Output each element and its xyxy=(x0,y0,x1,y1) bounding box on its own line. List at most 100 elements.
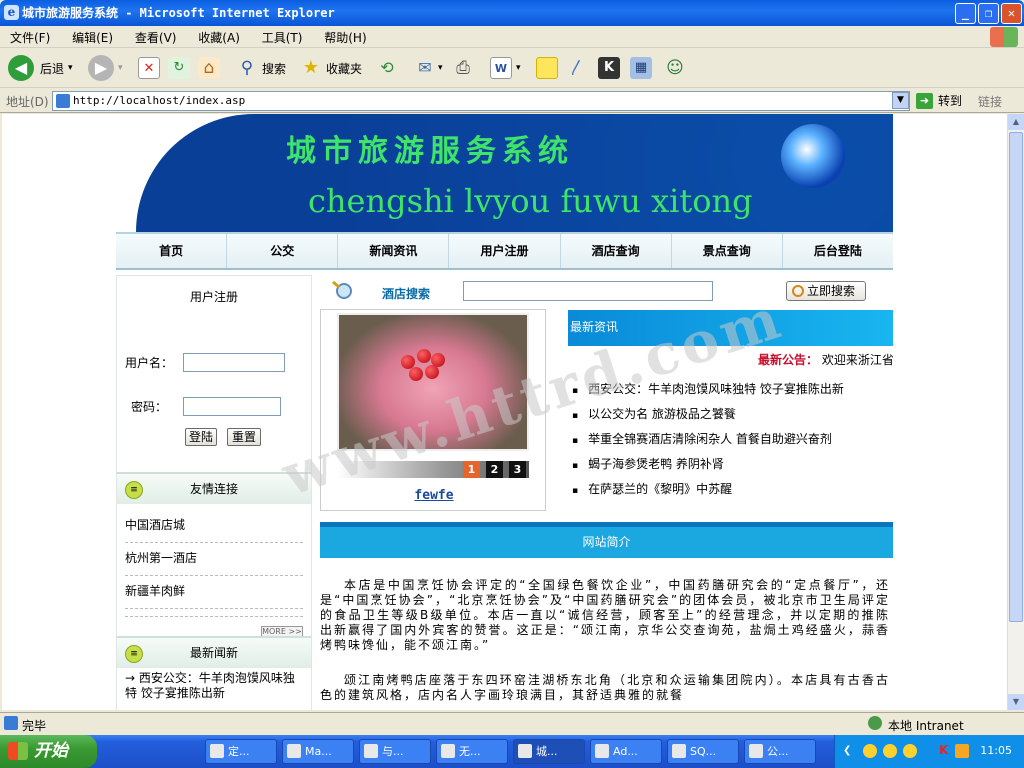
edit-button[interactable]: W ▾ xyxy=(490,54,521,82)
menu-favorites[interactable]: 收藏(A) xyxy=(188,26,248,46)
site-pinyin: chengshi lvyou fuwu xitong xyxy=(308,182,753,220)
announcement-label: 最新公告： xyxy=(758,353,819,367)
taskbar-item[interactable]: Ad... xyxy=(590,739,662,764)
friend-link-1[interactable]: 中国酒店城 xyxy=(125,510,303,543)
close-button[interactable]: ✕ xyxy=(1001,3,1022,24)
messenger-button[interactable]: 〳 xyxy=(566,54,588,82)
reset-button[interactable]: 重置 xyxy=(227,428,261,446)
nav-home[interactable]: 首页 xyxy=(116,234,228,268)
taskbar-item[interactable]: 定... xyxy=(205,739,277,764)
qq-icon[interactable] xyxy=(903,744,917,758)
back-dropdown-icon[interactable]: ▾ xyxy=(68,63,73,73)
taskbar-item[interactable]: Ma... xyxy=(282,739,354,764)
users-icon: ☺ xyxy=(666,58,684,78)
minimize-button[interactable]: _ xyxy=(955,3,976,24)
news-item[interactable]: 举重全锦赛酒店清除闲杂人 首餐自助避兴奋剂 xyxy=(572,430,832,447)
clock: 11:05 xyxy=(980,744,1012,757)
tray-app-icon[interactable] xyxy=(955,744,969,758)
app-icon xyxy=(210,744,224,758)
users-button[interactable]: ☺ xyxy=(664,54,686,82)
menu-view[interactable]: 查看(V) xyxy=(125,26,185,46)
forward-button[interactable]: ▶ ▾ xyxy=(88,54,123,82)
scroll-thumb[interactable] xyxy=(1009,132,1023,622)
nav-scenic-query[interactable]: 景点查询 xyxy=(672,234,783,268)
taskbar-item[interactable]: 与... xyxy=(359,739,431,764)
address-input[interactable]: http://localhost/index.asp xyxy=(52,91,910,111)
taskbar-item-active[interactable]: 城... xyxy=(513,739,585,764)
research-button[interactable]: ▦ xyxy=(630,54,652,82)
favorites-label: 收藏夹 xyxy=(326,61,363,76)
hotel-search-bar: 酒店搜索 立即搜索 xyxy=(320,275,893,309)
forward-dropdown-icon[interactable]: ▾ xyxy=(118,63,123,73)
note-icon xyxy=(536,57,558,79)
back-button[interactable]: ◀ 后退 ▾ xyxy=(8,54,73,82)
go-button[interactable]: ➜ 转到 xyxy=(916,91,962,111)
nav-admin-login[interactable]: 后台登陆 xyxy=(783,234,893,268)
history-button[interactable]: ⟲ xyxy=(376,54,398,82)
stop-button[interactable]: ✕ xyxy=(138,54,160,82)
menu-file[interactable]: 文件(F) xyxy=(0,26,58,46)
taskbar-item[interactable]: 公... xyxy=(744,739,816,764)
note-button[interactable] xyxy=(536,54,558,82)
app-icon xyxy=(672,744,686,758)
hotel-search-input[interactable] xyxy=(463,281,713,301)
slide-page-2[interactable]: 2 xyxy=(486,461,503,478)
links-button[interactable]: 链接 xyxy=(978,93,1002,110)
taskbar-item[interactable]: SQ... xyxy=(667,739,739,764)
mail-dropdown-icon[interactable]: ▾ xyxy=(438,63,443,73)
search-now-button[interactable]: 立即搜索 xyxy=(786,281,866,301)
menu-help[interactable]: 帮助(H) xyxy=(314,26,374,46)
news-item[interactable]: 以公交为名 旅游极品之饕餮 xyxy=(572,405,736,422)
intranet-zone-icon xyxy=(868,716,882,730)
username-input[interactable] xyxy=(183,353,285,372)
vertical-scrollbar[interactable]: ▲ ▼ xyxy=(1007,114,1024,710)
site-banner: 城市旅游服务系统 chengshi lvyou fuwu xitong xyxy=(116,114,893,232)
forward-arrow-icon: ▶ xyxy=(88,55,114,81)
search-icon xyxy=(792,285,804,297)
left-news-item[interactable]: → 西安公交：牛羊肉泡馍风味独特 饺子宴推陈出新 xyxy=(125,671,305,701)
nav-register[interactable]: 用户注册 xyxy=(449,234,561,268)
main-nav: 首页 公交 新闻资讯 用户注册 酒店查询 景点查询 后台登陆 xyxy=(116,232,893,270)
taskbar-item[interactable]: 无... xyxy=(436,739,508,764)
print-button[interactable]: ⎙ xyxy=(452,54,474,82)
favorites-button[interactable]: ★ 收藏夹 xyxy=(300,54,362,82)
mail-button[interactable]: ✉ ▾ xyxy=(414,54,443,82)
slideshow-photo[interactable] xyxy=(337,313,529,451)
qq-icon[interactable] xyxy=(883,744,897,758)
tray-arrow-icon[interactable]: ❮ xyxy=(843,745,851,756)
ie-icon: e xyxy=(4,5,19,20)
nav-bus[interactable]: 公交 xyxy=(227,234,339,268)
title-bar: e 城市旅游服务系统 - Microsoft Internet Explorer… xyxy=(0,0,1024,26)
maximize-button[interactable]: ❐ xyxy=(978,3,999,24)
slide-page-3[interactable]: 3 xyxy=(509,461,526,478)
qq-icon[interactable] xyxy=(863,744,877,758)
password-input[interactable] xyxy=(183,397,281,416)
start-button[interactable]: 开始 xyxy=(0,735,97,768)
k-tray-icon[interactable]: K xyxy=(939,743,948,757)
news-item[interactable]: 西安公交：牛羊肉泡馍风味独特 饺子宴推陈出新 xyxy=(572,380,844,397)
news-item[interactable]: 蝎子海参煲老鸭 养阴补肾 xyxy=(572,455,724,472)
scroll-up-icon[interactable]: ▲ xyxy=(1008,114,1024,130)
news-item[interactable]: 在萨瑟兰的《黎明》中苏醒 xyxy=(572,480,732,497)
address-bar: 地址(D) http://localhost/index.asp ▼ ➜ 转到 … xyxy=(0,89,1024,113)
address-dropdown-icon[interactable]: ▼ xyxy=(892,92,909,109)
friend-link-2[interactable]: 杭州第一酒店 xyxy=(125,543,303,576)
login-button[interactable]: 登陆 xyxy=(185,428,217,446)
search-button[interactable]: ⚲ 搜索 xyxy=(236,54,286,82)
home-button[interactable]: ⌂ xyxy=(198,54,220,82)
research-icon: ▦ xyxy=(630,57,652,79)
site-title: 城市旅游服务系统 xyxy=(286,134,574,169)
menu-edit[interactable]: 编辑(E) xyxy=(62,26,121,46)
address-url: http://localhost/index.asp xyxy=(73,94,246,107)
slide-caption[interactable]: fewfe xyxy=(321,488,547,503)
menu-tools[interactable]: 工具(T) xyxy=(252,26,311,46)
nav-news[interactable]: 新闻资讯 xyxy=(338,234,450,268)
slide-page-1[interactable]: 1 xyxy=(463,461,480,478)
back-label: 后退 xyxy=(40,61,65,76)
k-button[interactable]: K xyxy=(598,54,620,82)
friend-link-3[interactable]: 新疆羊肉鲜 xyxy=(125,576,303,609)
nav-hotel-query[interactable]: 酒店查询 xyxy=(561,234,672,268)
refresh-button[interactable]: ↻ xyxy=(168,54,190,82)
scroll-down-icon[interactable]: ▼ xyxy=(1008,694,1024,710)
edit-dropdown-icon[interactable]: ▾ xyxy=(516,63,521,73)
